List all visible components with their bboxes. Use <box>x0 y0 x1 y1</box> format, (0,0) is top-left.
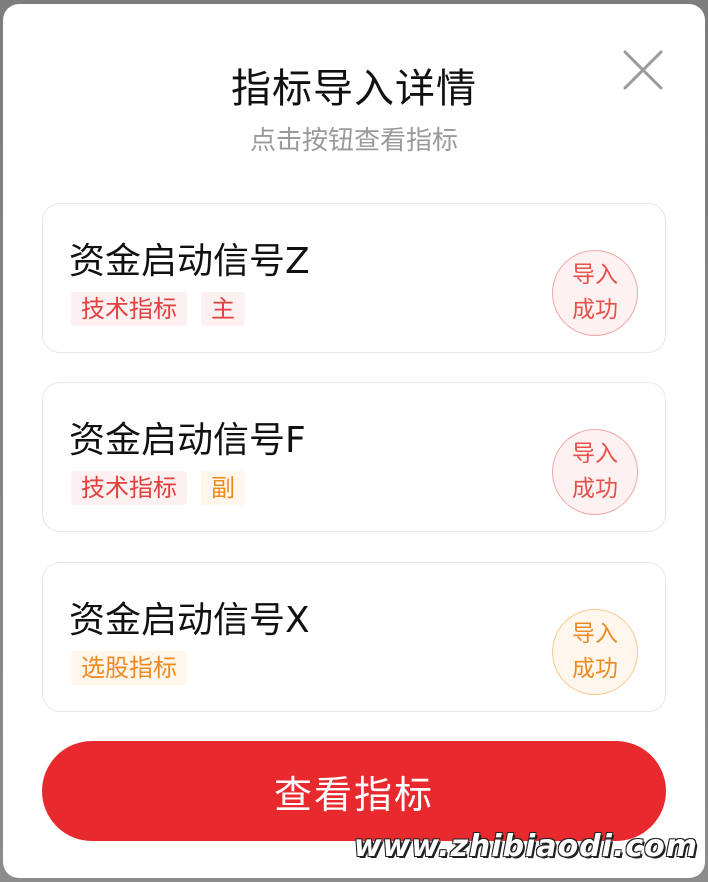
stamp-line-2: 成功 <box>572 656 618 682</box>
tag-indicator-type: 选股指标 <box>71 651 187 685</box>
stamp-line-2: 成功 <box>572 297 618 323</box>
import-details-modal: 指标导入详情 点击按钮查看指标 资金启动信号Z 技术指标 主 导入 成功 资金启… <box>3 4 705 878</box>
indicator-card: 资金启动信号X 选股指标 导入 成功 <box>42 562 666 712</box>
close-icon[interactable] <box>621 48 665 92</box>
tag-indicator-type: 技术指标 <box>71 471 187 505</box>
stamp-line-1: 导入 <box>572 262 618 288</box>
modal-title: 指标导入详情 <box>231 66 477 112</box>
indicator-name: 资金启动信号F <box>69 420 306 461</box>
site-watermark: www.zhibiaodi.com <box>353 829 698 864</box>
stamp-line-1: 导入 <box>572 441 618 467</box>
tag-chart-position: 副 <box>201 471 245 505</box>
stamp-line-2: 成功 <box>572 476 618 502</box>
indicator-name: 资金启动信号X <box>69 600 310 641</box>
stamp-line-1: 导入 <box>572 621 618 647</box>
indicator-card: 资金启动信号F 技术指标 副 导入 成功 <box>42 382 666 532</box>
modal-subtitle: 点击按钮查看指标 <box>249 126 458 156</box>
tag-chart-position: 主 <box>201 292 245 326</box>
import-success-stamp: 导入 成功 <box>552 250 638 336</box>
view-indicators-button[interactable]: 查看指标 <box>42 741 666 841</box>
indicator-tags: 技术指标 副 <box>71 471 245 505</box>
indicator-tags: 技术指标 主 <box>71 292 245 326</box>
tag-indicator-type: 技术指标 <box>71 292 187 326</box>
import-success-stamp: 导入 成功 <box>552 429 638 515</box>
indicator-name: 资金启动信号Z <box>69 241 310 282</box>
import-success-stamp: 导入 成功 <box>552 609 638 695</box>
indicator-tags: 选股指标 <box>71 651 187 685</box>
indicator-card: 资金启动信号Z 技术指标 主 导入 成功 <box>42 203 666 353</box>
